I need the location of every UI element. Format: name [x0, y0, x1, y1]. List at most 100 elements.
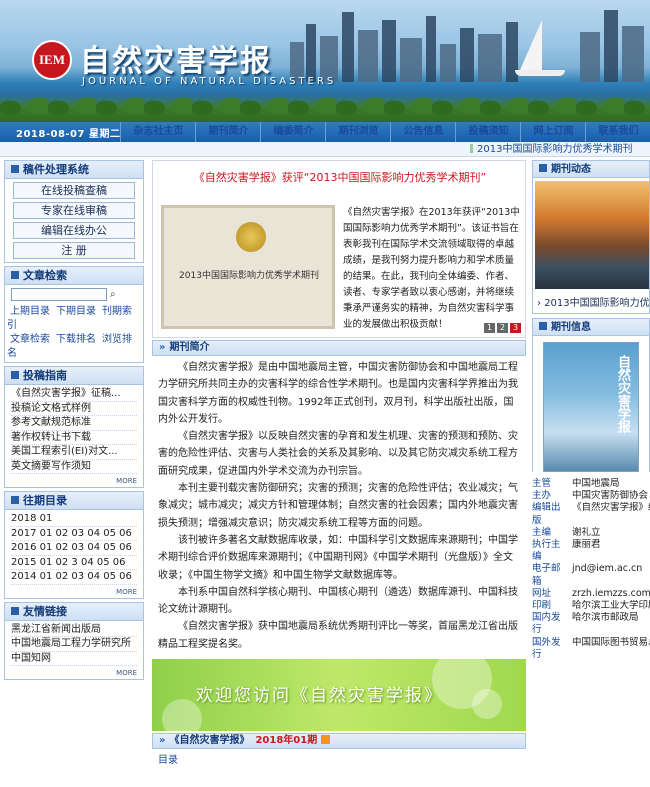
intro-paragraph: 《自然灾害学报》是由中国地震局主管，中国灾害防御协会和中国地震局工程力学研究所共… [158, 362, 518, 425]
info-value[interactable]: jnd@iem.ac.cn [562, 563, 650, 575]
article-search-link[interactable]: 文章检索 [7, 334, 53, 345]
search-row: ⌕ [5, 285, 143, 304]
slide-pager: 1 2 3 [484, 323, 521, 333]
list-item[interactable]: 中国知网 [11, 652, 137, 666]
city-skyline [290, 6, 650, 82]
issue-year-row[interactable]: 2018 01 [11, 512, 137, 527]
expert-review-button[interactable]: 专家在线审稿 [13, 202, 135, 219]
square-icon [11, 271, 19, 279]
slide-page-button[interactable]: 1 [484, 323, 495, 333]
list-item[interactable]: 《自然灾害学报》征稿... [11, 387, 137, 402]
past-issues-panel: 往期目录 2018 01 2017 01 02 03 04 05 06 2016… [4, 491, 144, 599]
info-row: 印刷 哈尔滨工业大学印刷厂 [532, 600, 650, 612]
slide-text: 《自然灾害学报》在2013年获评“2013中国国际影响力优秀学术期刊”。该证书旨… [343, 207, 520, 330]
emblem-icon [236, 222, 266, 252]
list-item[interactable]: 投稿论文格式样例 [11, 402, 137, 416]
square-icon [539, 322, 547, 330]
news-link[interactable]: › 2013中国国际影响力优秀学术期刊 [533, 292, 649, 313]
search-title: 文章检索 [23, 269, 67, 282]
author-submit-button[interactable]: 在线投稿查稿 [13, 182, 135, 199]
manuscript-title: 稿件处理系统 [23, 163, 89, 176]
info-row: 电子邮箱 jnd@iem.ac.cn [532, 563, 650, 587]
nav-journal-intro[interactable]: 期刊简介 [195, 122, 260, 142]
download-rank-link[interactable]: 下载排名 [53, 334, 99, 345]
panel-header: 稿件处理系统 [5, 161, 143, 179]
list-item[interactable]: 英文摘要写作须知 [11, 460, 137, 474]
info-title: 期刊信息 [551, 322, 591, 333]
manuscript-system-panel: 稿件处理系统 在线投稿查稿 专家在线审稿 编辑在线办公 注 册 [4, 160, 144, 263]
more-link[interactable]: MORE [5, 476, 143, 487]
panel-header: 投稿指南 [5, 367, 143, 385]
journal-info-panel: 期刊信息 自然灾害学报 [532, 318, 650, 472]
issue-year-row[interactable]: 2016 01 02 03 04 05 06 [11, 541, 137, 556]
info-key: 编辑出版 [532, 502, 561, 526]
nav-announcements[interactable]: 公告信息 [390, 122, 455, 142]
info-key: 主办 [532, 490, 552, 502]
nav-editorial-board[interactable]: 编委简介 [260, 122, 325, 142]
header-banner: IEM 自然灾害学报 JOURNAL OF NATURAL DISASTERS [0, 0, 650, 122]
nav-contact[interactable]: 联系我们 [585, 122, 650, 142]
list-item[interactable]: 黑龙江省新闻出版局 [11, 623, 137, 637]
slide-caption[interactable]: 《自然灾害学报》获评“2013中国国际影响力优秀学术期刊” [153, 169, 525, 185]
ticker-link[interactable]: 2013中国国际影响力优秀学术期刊 [477, 144, 632, 155]
slide-page-button[interactable]: 2 [497, 323, 508, 333]
info-value: 谢礼立 [572, 526, 601, 538]
square-icon [11, 371, 19, 379]
issue-year-row[interactable]: 2015 01 02 3 04 05 06 [11, 556, 137, 570]
square-icon [539, 164, 547, 172]
panel-header: 期刊动态 [533, 161, 649, 178]
info-value[interactable]: zrzh.iemzzs.com [562, 588, 650, 600]
info-row: 主编 谢礼立 [532, 527, 650, 539]
nav-home[interactable]: 杂志社主页 [120, 122, 195, 142]
nav-browse[interactable]: 期刊浏览 [325, 122, 390, 142]
trees-decoration [0, 88, 650, 122]
nav-submission-guide[interactable]: 投稿须知 [455, 122, 520, 142]
info-value: 中国国际图书贸易总公司 [572, 636, 650, 648]
boat-hull [515, 70, 565, 76]
list-item[interactable]: 中国地震局工程力学研究所 [11, 637, 137, 652]
current-issue-header: » 《自然灾害学报》 2018年01期 [152, 733, 526, 750]
issue-year-row[interactable]: 2017 01 02 03 04 05 06 [11, 527, 137, 541]
current-date: 2018-08-07 星期二 [16, 128, 121, 140]
news-image[interactable] [535, 181, 649, 289]
info-key: 电子邮箱 [532, 563, 561, 587]
info-key: 主管 [532, 478, 552, 489]
info-key: 主编 [532, 526, 552, 538]
info-key: 执行主编 [532, 539, 561, 563]
issue-year-row[interactable]: 2014 01 02 03 04 05 06 [11, 570, 137, 585]
panel-header: 文章检索 [5, 267, 143, 285]
panel-header: 往期目录 [5, 492, 143, 510]
list-item[interactable]: 著作权转让书下载 [11, 431, 137, 445]
issue-journal-name: 《自然灾害学报》 [169, 735, 250, 747]
slide-page-button[interactable]: 3 [510, 323, 521, 333]
editor-office-button[interactable]: 编辑在线办公 [13, 222, 135, 239]
panel-header: 期刊信息 [533, 319, 649, 336]
register-button[interactable]: 注 册 [13, 242, 135, 259]
square-icon [11, 606, 19, 615]
info-row: 编辑出版《自然灾害学报》编辑部 [532, 502, 650, 526]
main-content: 《自然灾害学报》获评“2013中国国际影响力优秀学术期刊” 2013中国国际影响… [152, 160, 526, 768]
info-row: 国外发行中国国际图书贸易总公司 [532, 637, 650, 661]
news-ticker: 2013中国国际影响力优秀学术期刊 [0, 142, 650, 157]
toc-label[interactable]: 目录 [152, 749, 526, 768]
double-arrow-icon: » [159, 342, 166, 353]
more-link[interactable]: MORE [5, 587, 143, 598]
journal-intro: 《自然灾害学报》是由中国地震局主管，中国灾害防御协会和中国地震局工程力学研究所共… [152, 356, 526, 653]
prev-issue-link[interactable]: 上期目录 [7, 306, 53, 317]
sailboat-icon [520, 20, 542, 70]
rss-icon[interactable] [321, 735, 331, 745]
guide-title: 投稿指南 [23, 369, 67, 382]
list-item[interactable]: 美国工程索引(EI)对文... [11, 445, 137, 460]
more-link[interactable]: MORE [5, 668, 143, 679]
news-slideshow[interactable]: 《自然灾害学报》获评“2013中国国际影响力优秀学术期刊” 2013中国国际影响… [152, 160, 526, 338]
search-input[interactable] [11, 288, 107, 301]
search-icon[interactable]: ⌕ [110, 289, 116, 300]
list-item[interactable]: 参考文献规范标准 [11, 416, 137, 431]
journal-cover-image[interactable]: 自然灾害学报 [543, 342, 639, 472]
nav-subscribe[interactable]: 网上订阅 [520, 122, 585, 142]
info-key: 国内发行 [532, 612, 561, 636]
intro-paragraph: 《自然灾害学报》以反映自然灾害的孕育和发生机理、灾害的预测和预防、灾害的危险性评… [158, 431, 518, 477]
info-key: 印刷 [532, 600, 552, 612]
info-row: 主管 中国地震局 [532, 478, 650, 490]
next-issue-link[interactable]: 下期目录 [53, 306, 99, 317]
